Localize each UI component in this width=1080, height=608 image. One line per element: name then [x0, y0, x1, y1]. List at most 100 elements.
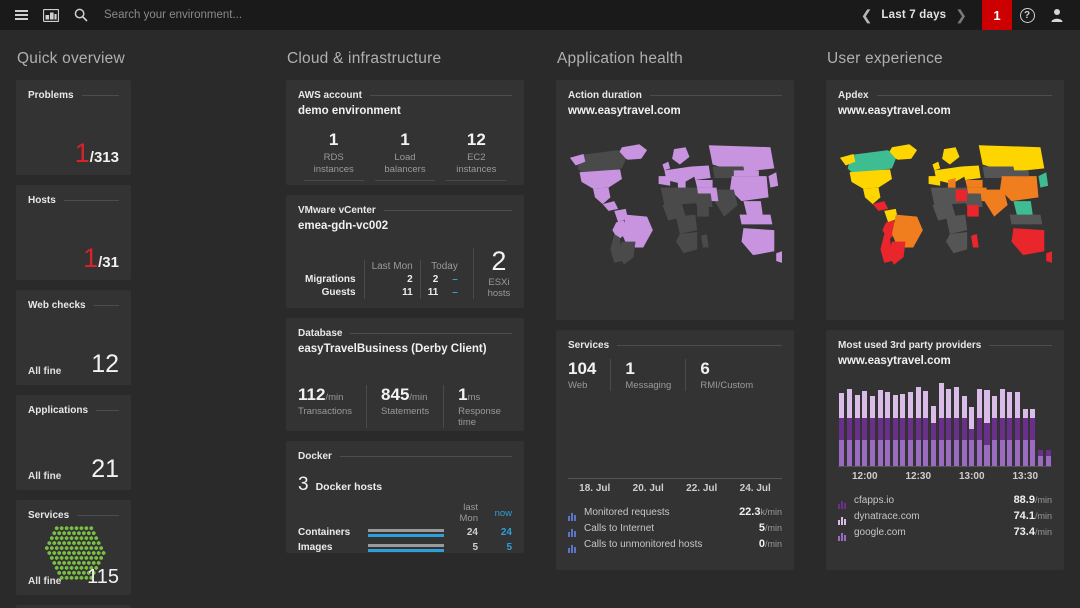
bar-segment — [984, 390, 989, 423]
axis-tick-label: 12:30 — [892, 471, 946, 482]
bar-column — [846, 379, 854, 466]
timeframe-next-button[interactable]: ❯ — [946, 7, 976, 24]
header-rule — [94, 305, 119, 306]
bar-column — [930, 379, 938, 466]
tile-apdex[interactable]: Apdex www.easytravel.com — [826, 80, 1064, 320]
bar-column — [945, 379, 953, 466]
column-user-experience: User experience Apdex www.easytravel.com… — [810, 30, 1080, 608]
bar-segment — [962, 396, 967, 419]
bar-segment — [1000, 418, 1005, 440]
tile-hosts[interactable]: Hosts 1/31 — [16, 185, 131, 280]
bar-chart-icon — [838, 496, 847, 505]
legend-value: 88.9/min — [1014, 494, 1052, 506]
map-region-centam — [873, 201, 888, 211]
bar-column — [914, 379, 922, 466]
tile-applications[interactable]: Applications All fine 21 — [16, 395, 131, 490]
map-region-ethiopia — [697, 205, 709, 217]
metric-label: Transactions — [298, 406, 352, 417]
question-mark-icon[interactable]: ? — [1012, 0, 1042, 30]
map-region-sea — [1013, 201, 1032, 216]
column-application-health: Application health Action duration www.e… — [540, 30, 810, 608]
bar-segment — [847, 440, 852, 466]
legend-row[interactable]: google.com 73.4/min — [838, 524, 1052, 540]
user-icon[interactable] — [1042, 0, 1072, 30]
dashboard-icon[interactable] — [36, 0, 66, 30]
metric-label: Messaging — [625, 380, 671, 391]
col-header-last-mon: last Mon — [444, 502, 478, 525]
legend-row[interactable]: cfapps.io 88.9/min — [838, 492, 1052, 508]
map-region-mongolia — [1004, 170, 1029, 176]
timeframe-selector[interactable]: Last 7 days — [881, 9, 946, 21]
metric-label: Response time — [458, 406, 512, 428]
legend-row[interactable]: dynatrace.com 74.1/min — [838, 508, 1052, 524]
bar-column — [853, 379, 861, 466]
tile-label: Problems — [28, 90, 74, 101]
hamburger-icon[interactable] — [6, 0, 36, 30]
bar-segment — [916, 418, 921, 440]
axis-tick-label: 18. Jul — [568, 483, 622, 494]
tile-third-party-providers[interactable]: Most used 3rd party providers www.easytr… — [826, 330, 1064, 570]
map-region-madagascar — [971, 234, 979, 247]
bar-segment — [900, 394, 905, 418]
map-region-turkey — [695, 180, 712, 188]
search-icon[interactable] — [66, 0, 96, 30]
bar-column — [960, 379, 968, 466]
legend-row[interactable]: Monitored requests 22.3k/min — [568, 504, 782, 520]
tile-label: Most used 3rd party providers — [838, 340, 981, 351]
tile-web-checks[interactable]: Web checks All fine 12 — [16, 290, 131, 385]
metric-label: RMI/Custom — [700, 380, 753, 391]
header-rule — [350, 333, 512, 334]
bar-segment — [923, 440, 928, 466]
map-region-safrica — [676, 232, 697, 253]
tile-action-duration[interactable]: Action duration www.easytravel.com — [556, 80, 794, 320]
bar-segment — [847, 389, 852, 418]
docker-table: last Mon now Containers 24 24 Images — [298, 502, 512, 555]
map-region-eeurope — [691, 166, 710, 180]
map-region-centam — [603, 201, 618, 211]
tile-label: Action duration — [568, 90, 642, 101]
search-input[interactable]: Search your environment... — [104, 9, 242, 21]
map-region-nz — [776, 251, 782, 263]
bar-segment — [862, 418, 867, 440]
row-value-today: 11 — [420, 286, 445, 299]
bar-segment — [939, 440, 944, 466]
table-row: Migrations 2 2 – — [298, 273, 465, 286]
legend-row[interactable]: Calls to Internet 5/min — [568, 520, 782, 536]
bar-column — [869, 379, 877, 466]
tile-problems[interactable]: Problems 1/313 — [16, 80, 131, 175]
bar-segment — [885, 418, 890, 440]
map-region-libya — [956, 190, 968, 202]
row-label: Guests — [298, 286, 364, 299]
tile-subtitle: emea-gdn-vc002 — [298, 220, 512, 232]
map-region-cafrica — [676, 215, 697, 234]
metric-value: 1 — [625, 359, 671, 379]
bar-segment — [1015, 392, 1020, 418]
header-rule — [877, 95, 1052, 96]
map-region-indonesia — [1010, 215, 1043, 225]
bar-segment — [1023, 409, 1028, 419]
tile-database[interactable]: Database easyTravelBusiness (Derby Clien… — [286, 318, 524, 431]
tile-vmware-vcenter[interactable]: VMware vCenter emea-gdn-vc002 Last Mon T… — [286, 195, 524, 308]
status-badge: All fine — [28, 576, 61, 587]
bar-column — [953, 379, 961, 466]
bar-segment — [969, 429, 974, 439]
tile-services-chart[interactable]: Services 104 Web 1 Messaging 6 RMI/Custo… — [556, 330, 794, 570]
map-region-mexico — [593, 188, 610, 204]
alert-count-badge[interactable]: 1 — [982, 0, 1012, 30]
bar-column — [1014, 379, 1022, 466]
applications-count: 21 — [91, 457, 119, 482]
tile-aws-account[interactable]: AWS account demo environment 1 RDS insta… — [286, 80, 524, 185]
bar-column — [876, 379, 884, 466]
tile-services[interactable]: Services All fine 115 — [16, 500, 131, 595]
legend-label: Monitored requests — [584, 507, 670, 518]
legend-value: 5/min — [759, 522, 782, 534]
map-region-usa — [850, 169, 892, 188]
metric-rds: 1 RDS instances — [298, 131, 369, 175]
timeframe-prev-button[interactable]: ❮ — [852, 7, 882, 24]
legend-row[interactable]: Calls to unmonitored hosts 0/min — [568, 536, 782, 552]
bar-column — [891, 379, 899, 466]
tile-docker[interactable]: Docker 3 Docker hosts last Mon now Conta… — [286, 441, 524, 553]
tile-label: AWS account — [298, 90, 362, 101]
bar-segment — [962, 418, 967, 440]
map-region-sea — [743, 201, 762, 216]
